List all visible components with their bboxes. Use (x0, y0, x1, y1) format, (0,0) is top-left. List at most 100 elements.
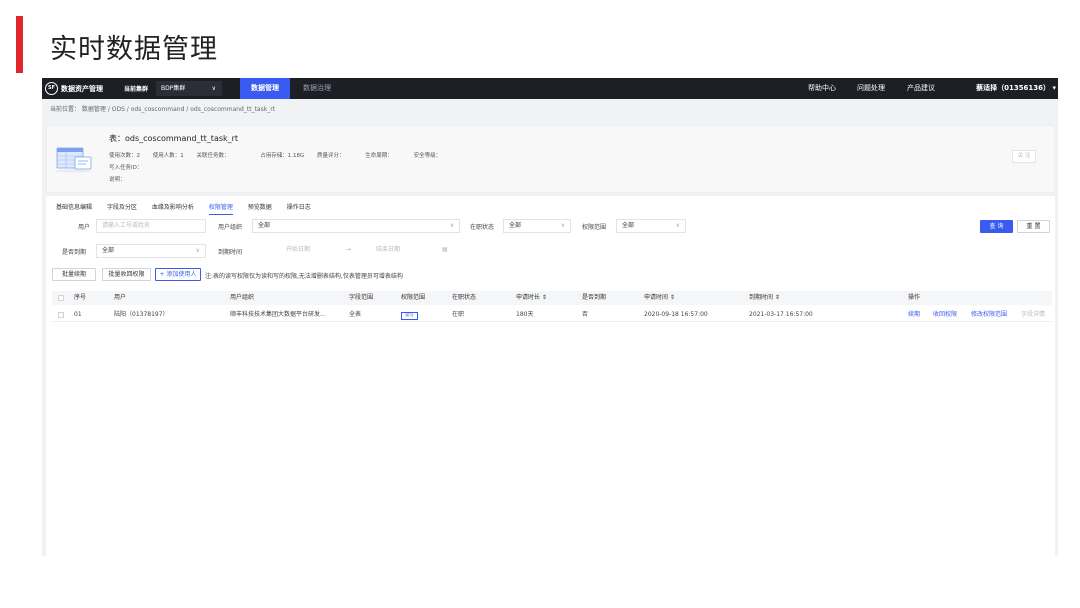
scope-filter-label: 权限范围 (582, 224, 607, 231)
nav-tab-data-management[interactable]: 数据管理 (240, 78, 290, 99)
write-task-id: 写入任务ID： (109, 165, 143, 171)
nav-tab-data-governance[interactable]: 数据治理 (303, 78, 331, 99)
sf-logo-icon: SF (45, 82, 58, 95)
start-date-placeholder: 开始日期 (286, 246, 311, 253)
top-navbar: SF 数据资产管理 当前集群 BDP集群 ∨ 数据管理 数据治理 帮助中心 问题… (42, 78, 1058, 99)
user-name: 蔡适择（01356136） (976, 84, 1051, 92)
end-date-placeholder: 结束日期 (376, 246, 401, 253)
expiry-filter-label: 到期时间 (218, 249, 243, 256)
slide-title: 实时数据管理 (50, 34, 218, 65)
breadcrumb: 当前位置： 数据管理 / ODS / ods_coscommand / ods_… (50, 106, 276, 113)
cluster-select-value: BDP集群 (161, 85, 186, 92)
user-menu[interactable]: 蔡适择（01356136） ▾ (976, 78, 1056, 99)
user-search-placeholder: 请输入工号或姓名 (102, 222, 151, 229)
status-select[interactable]: 全部 ∨ (503, 219, 571, 233)
meta-use-count: 使用次数：2 (109, 153, 140, 159)
field-detail-link[interactable]: 字段详情 (1021, 308, 1045, 322)
expired-filter-label: 是否到期 (62, 249, 87, 256)
row-checkbox[interactable] (58, 312, 64, 318)
col-perm-scope: 权限范围 (401, 294, 426, 301)
row-duration: 180天 (516, 311, 534, 318)
row-status: 在职 (452, 311, 465, 318)
permission-panel: 基础信息编辑 字段及分区 血缘及影响分析 权限管理 预览数据 操作日志 用户 请… (46, 196, 1055, 556)
col-duration[interactable]: 申请时长 ⇕ (516, 291, 547, 305)
col-status: 在职状态 (452, 294, 477, 301)
col-ops: 操作 (908, 294, 921, 301)
perm-scope-tag: 读写 (401, 312, 418, 320)
range-separator-icon: → (346, 246, 352, 253)
add-user-button[interactable]: + 添加使用人 (155, 268, 201, 281)
row-apply-time: 2020-09-18 16:57:00 (644, 311, 708, 318)
chevron-down-icon: ∨ (449, 222, 454, 229)
table-info-card: 表：ods_coscommand_tt_task_rt 使用次数：2 使用人数：… (46, 125, 1055, 193)
tab-basic-info[interactable]: 基础信息编辑 (56, 202, 92, 211)
permission-note: 注:表的读写权限仅为读和写的权限,无法增删表结构,仅表管理员可增表结构 (205, 273, 403, 280)
chevron-down-icon: ∨ (560, 222, 565, 229)
col-org: 用户组织 (230, 294, 255, 301)
app-window: SF 数据资产管理 当前集群 BDP集群 ∨ 数据管理 数据治理 帮助中心 问题… (42, 78, 1058, 556)
col-expiry-time[interactable]: 到期时间 ⇕ (749, 291, 780, 305)
col-user: 用户 (114, 294, 127, 301)
nav-product-feedback[interactable]: 产品建议 (907, 78, 935, 99)
scope-select-value: 全部 (622, 222, 635, 229)
expired-select-value: 全部 (102, 247, 115, 254)
row-expired: 否 (582, 311, 589, 318)
batch-revoke-button[interactable]: 批量收回权限 (102, 268, 151, 281)
table-name: 表：ods_coscommand_tt_task_rt (109, 134, 239, 143)
row-user: 陆阳（01378197） (114, 311, 169, 318)
row-expiry-time: 2021-03-17 16:57:00 (749, 311, 813, 318)
chevron-down-icon: ∨ (675, 222, 680, 229)
meta-task-count: 关联任务数： (196, 153, 230, 159)
col-expired: 是否到期 (582, 294, 607, 301)
table-header: 序号 用户 用户组织 字段范围 权限范围 在职状态 申请时长 ⇕ 是否到期 申请… (52, 291, 1052, 305)
revoke-link[interactable]: 收回权限 (933, 308, 957, 322)
user-filter-label: 用户 (78, 224, 91, 231)
query-button[interactable]: 查 询 (980, 220, 1013, 233)
table-icon (55, 147, 92, 173)
expired-select[interactable]: 全部 ∨ (96, 244, 206, 258)
user-search-input[interactable]: 请输入工号或姓名 (96, 219, 206, 233)
select-all-checkbox[interactable] (58, 295, 64, 301)
row-org: 顺丰科技技术集团大数据平台研发... (230, 311, 326, 318)
org-select[interactable]: 全部 ∨ (252, 219, 460, 233)
tab-preview-data[interactable]: 预览数据 (248, 202, 272, 211)
meta-lifecycle: 生命周期： (365, 153, 393, 159)
table-description: 说明： (109, 177, 126, 183)
chevron-down-icon: ∨ (211, 85, 216, 92)
cluster-select[interactable]: BDP集群 ∨ (156, 81, 222, 96)
org-select-value: 全部 (258, 222, 271, 229)
reset-button[interactable]: 重 置 (1017, 220, 1050, 233)
batch-renew-button[interactable]: 批量续期 (52, 268, 96, 281)
tab-permissions[interactable]: 权限管理 (208, 202, 233, 215)
tab-fields-partitions[interactable]: 字段及分区 (107, 202, 137, 211)
table-meta: 使用次数：2 使用人数：1 关联任务数： 占用存储：1.18G 质量评分： 生命… (109, 151, 452, 159)
meta-user-count: 使用人数：1 (152, 153, 184, 159)
watch-button[interactable]: 关 注 (1012, 150, 1036, 163)
meta-security: 安全等级： (413, 153, 442, 159)
status-select-value: 全部 (509, 222, 522, 229)
cluster-label: 当前集群 (124, 86, 149, 93)
org-filter-label: 用户组织 (218, 224, 243, 231)
row-field-scope: 全表 (349, 311, 362, 318)
col-index: 序号 (74, 294, 87, 301)
calendar-icon: ▤ (442, 246, 448, 253)
title-accent-bar (16, 16, 23, 73)
row-perm-scope: 读写 (401, 308, 418, 322)
table-row: 01 陆阳（01378197） 顺丰科技技术集团大数据平台研发... 全表 读写… (52, 308, 1052, 322)
date-range-picker[interactable]: 开始日期 → 结束日期 ▤ (252, 244, 460, 258)
meta-quality: 质量评分： (317, 153, 345, 159)
nav-help-center[interactable]: 帮助中心 (808, 78, 836, 99)
tab-lineage[interactable]: 血缘及影响分析 (152, 202, 194, 211)
renew-link[interactable]: 续期 (908, 308, 920, 322)
brand-name: 数据资产管理 (61, 85, 103, 93)
modify-scope-link[interactable]: 修改权限范围 (971, 308, 1007, 322)
row-index: 01 (74, 311, 82, 318)
scope-select[interactable]: 全部 ∨ (616, 219, 686, 233)
meta-storage: 占用存储：1.18G (260, 153, 305, 159)
nav-issue-handling[interactable]: 问题处理 (857, 78, 885, 99)
tab-operation-log[interactable]: 操作日志 (287, 202, 311, 211)
detail-tabs: 基础信息编辑 字段及分区 血缘及影响分析 权限管理 预览数据 操作日志 (56, 202, 324, 216)
col-field-scope: 字段范围 (349, 294, 374, 301)
status-filter-label: 在职状态 (470, 224, 495, 231)
col-apply-time[interactable]: 申请时间 ⇕ (644, 291, 675, 305)
